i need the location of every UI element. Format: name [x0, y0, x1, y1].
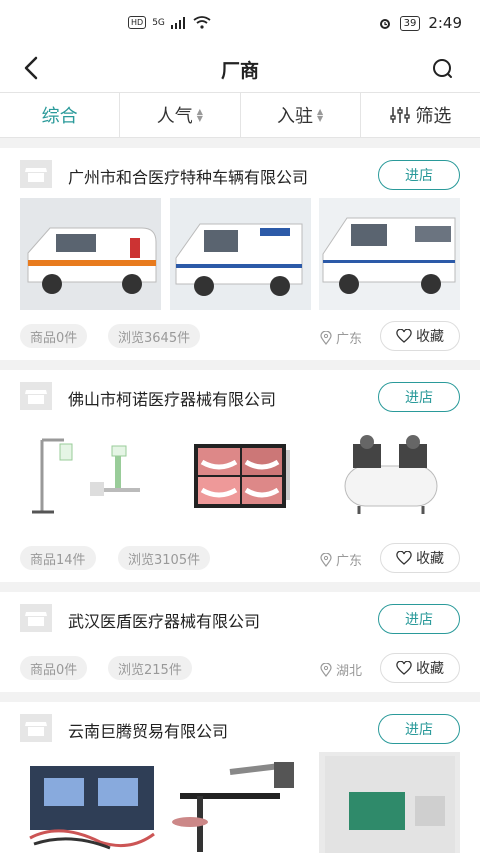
- favorite-button[interactable]: 收藏: [380, 543, 460, 573]
- filter-tab-joined[interactable]: 入驻 ▲ ▼: [241, 93, 361, 137]
- heart-icon: [396, 329, 412, 343]
- company-name[interactable]: 广州市和合医疗特种车辆有限公司: [68, 164, 308, 188]
- product-image-van[interactable]: [319, 198, 460, 310]
- views-count-tag: 浏览3105件: [118, 546, 211, 570]
- company-name[interactable]: 佛山市柯诺医疗器械有限公司: [68, 386, 276, 410]
- location: 广东: [320, 328, 362, 347]
- location-text: 广东: [335, 332, 362, 347]
- favorite-button[interactable]: 收藏: [380, 321, 460, 351]
- goods-count-tag: 商品0件: [20, 656, 88, 680]
- signal-label: 5G: [152, 17, 165, 28]
- clock: 2:49: [428, 14, 462, 32]
- product-image-teeth-display[interactable]: [170, 420, 311, 532]
- company-name[interactable]: 云南巨腾贸易有限公司: [68, 718, 228, 742]
- signal-icon: [170, 16, 185, 29]
- heart-icon: [396, 551, 412, 565]
- favorite-button[interactable]: 收藏: [380, 653, 460, 683]
- location-text: 广东: [335, 554, 362, 569]
- product-image-van[interactable]: [170, 198, 311, 310]
- product-image-air-compressor[interactable]: [319, 420, 460, 532]
- views-count-tag: 浏览215件: [108, 656, 192, 680]
- filter-label: 人气: [156, 106, 193, 127]
- store-icon: [20, 382, 52, 410]
- page-title: 厂商: [220, 60, 259, 82]
- wifi-icon: [193, 16, 211, 29]
- heart-icon: [396, 661, 412, 675]
- favorite-label: 收藏: [416, 551, 444, 567]
- filter-label: 入驻: [277, 106, 314, 127]
- filter-bar: 综合 人气 ▲ ▼ 入驻 ▲ ▼ 筛选: [0, 92, 480, 138]
- company-card: 武汉医盾医疗器械有限公司 进店 商品0件 浏览215件 湖北 收藏: [0, 592, 480, 692]
- enter-store-button[interactable]: 进店: [378, 382, 460, 412]
- location-pin-icon: [320, 330, 332, 345]
- location-text: 湖北: [335, 664, 362, 679]
- enter-store-button[interactable]: 进店: [378, 160, 460, 190]
- company-name[interactable]: 武汉医盾医疗器械有限公司: [68, 608, 260, 632]
- product-image-microscope-arm[interactable]: [170, 752, 311, 853]
- location: 湖北: [320, 660, 362, 679]
- hd-badge: HD: [128, 16, 147, 29]
- location-pin-icon: [320, 552, 332, 567]
- enter-store-button[interactable]: 进店: [378, 604, 460, 634]
- location-pin-icon: [320, 662, 332, 677]
- filter-tab-filter[interactable]: 筛选: [361, 93, 480, 137]
- company-card: 佛山市柯诺医疗器械有限公司 进店 商品14件 浏览3105件 广东 收藏: [0, 370, 480, 582]
- store-icon: [20, 160, 52, 188]
- status-bar: HD 5G 39 2:49: [0, 0, 480, 46]
- alarm-icon: [379, 19, 390, 29]
- company-card: 云南巨腾贸易有限公司 进店: [0, 702, 480, 853]
- filter-sliders-icon: [390, 107, 411, 123]
- store-icon: [20, 714, 52, 742]
- company-card: 广州市和合医疗特种车辆有限公司 进店 商品0件 浏览3645件 广东 收藏: [0, 148, 480, 360]
- sort-arrows-icon: ▲ ▼: [196, 107, 203, 123]
- enter-store-button[interactable]: 进店: [378, 714, 460, 744]
- filter-label: 综合: [41, 106, 78, 127]
- goods-count-tag: 商品14件: [20, 546, 96, 570]
- location: 广东: [320, 550, 362, 569]
- filter-tab-comprehensive[interactable]: 综合: [0, 93, 121, 137]
- product-image-control-box[interactable]: [319, 752, 460, 853]
- filter-label: 筛选: [415, 106, 452, 127]
- favorite-label: 收藏: [416, 329, 444, 345]
- network-indicators: HD 5G: [128, 16, 211, 29]
- search-icon[interactable]: [430, 56, 456, 82]
- sort-arrows-icon: ▲ ▼: [317, 107, 324, 123]
- filter-tab-popularity[interactable]: 人气 ▲ ▼: [120, 93, 241, 137]
- store-icon: [20, 604, 52, 632]
- goods-count-tag: 商品0件: [20, 324, 88, 348]
- views-count-tag: 浏览3645件: [108, 324, 201, 348]
- favorite-label: 收藏: [416, 661, 444, 677]
- product-image-ambulance[interactable]: [20, 198, 161, 310]
- nav-bar: 厂商: [0, 46, 480, 92]
- product-image-device[interactable]: [20, 752, 161, 853]
- battery-indicator: 39: [399, 15, 421, 31]
- product-image-xray-unit[interactable]: [20, 420, 161, 532]
- status-right: 39 2:49: [378, 14, 462, 32]
